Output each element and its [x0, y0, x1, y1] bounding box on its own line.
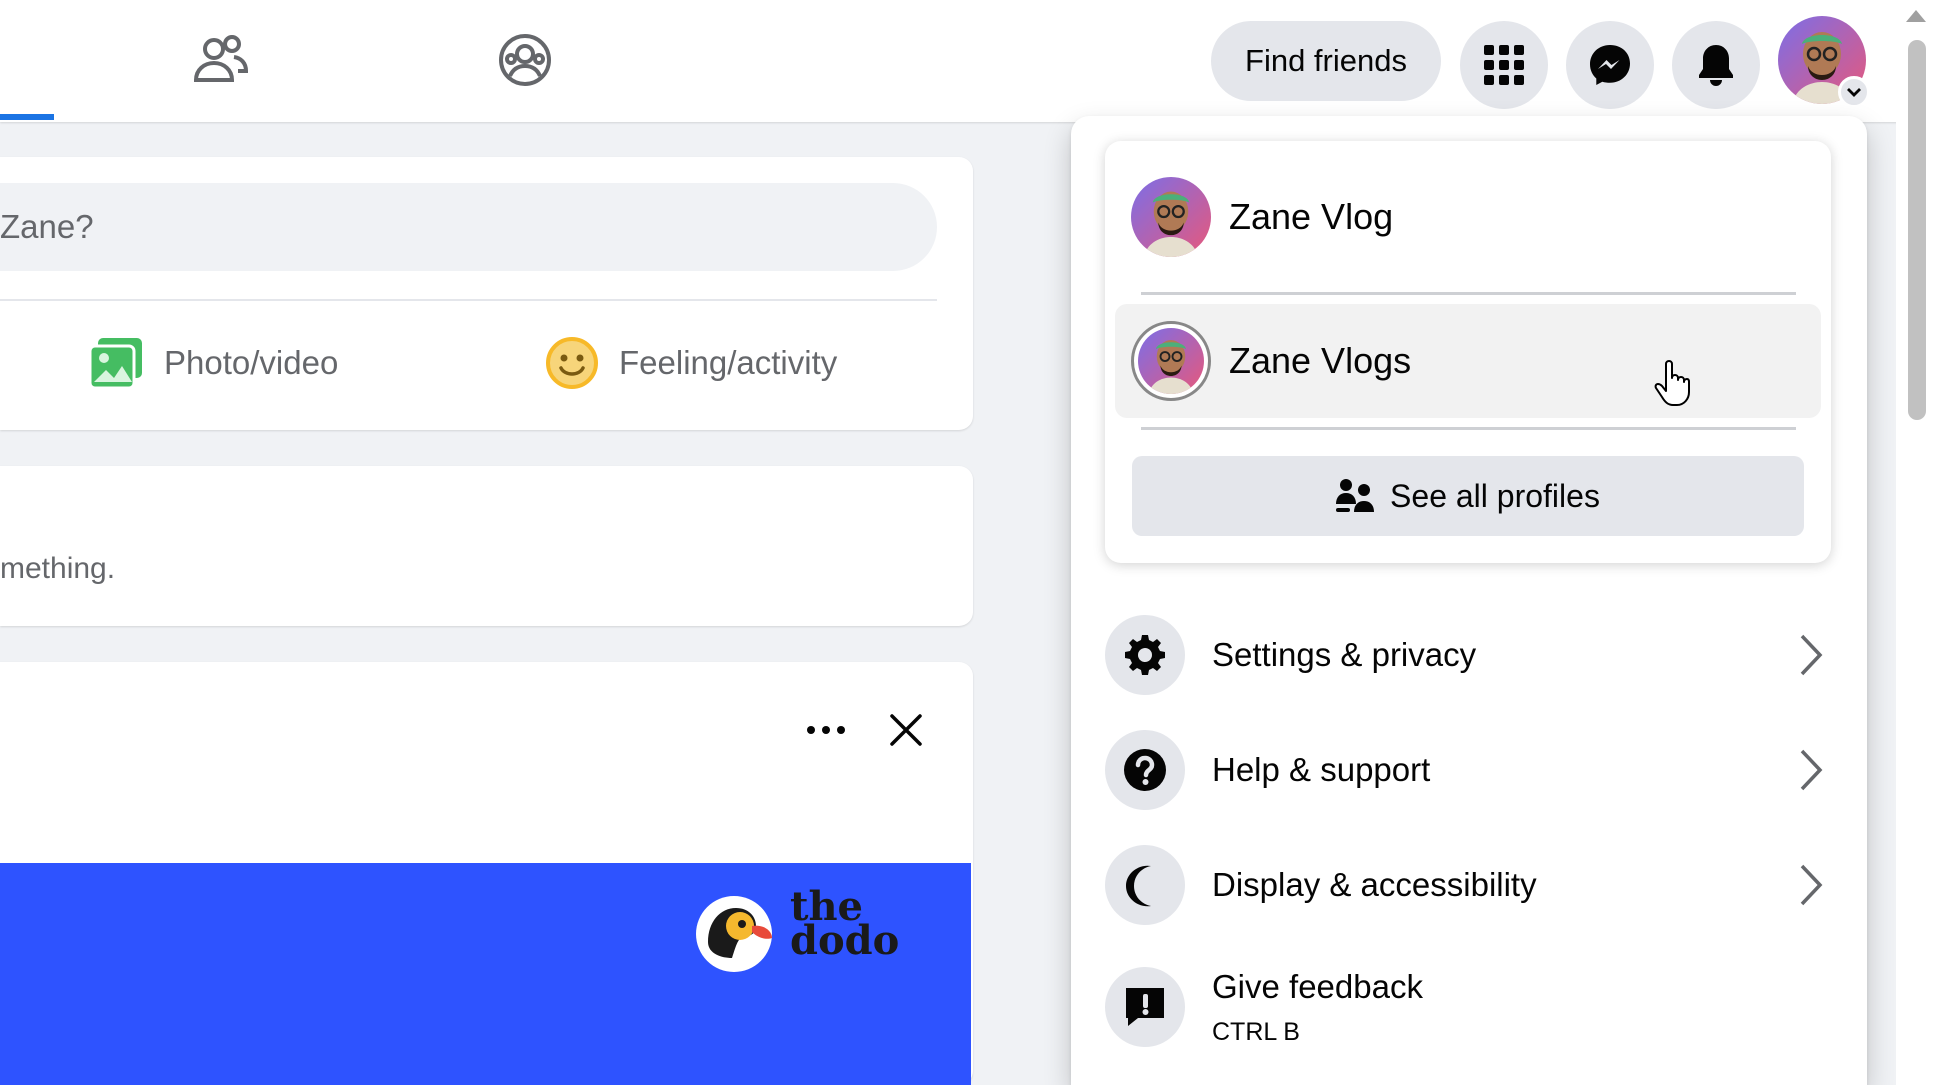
menu-grid-icon[interactable] [1460, 21, 1548, 109]
dodo-wordmark-line2: dodo [790, 917, 900, 964]
feeling-activity-label: Feeling/activity [619, 344, 838, 381]
groups-icon[interactable] [493, 28, 557, 92]
profile-divider [1141, 292, 1796, 295]
photo-video-label: Photo/video [164, 344, 339, 381]
menu-item-help-support[interactable]: Help & support [1105, 722, 1835, 818]
composer-divider [0, 299, 937, 301]
chevron-right-icon [1787, 859, 1835, 911]
profile-name: Zane Vlogs [1229, 340, 1412, 381]
more-options-icon[interactable] [798, 710, 854, 750]
menu-label: Settings & privacy [1212, 636, 1477, 673]
close-icon[interactable] [880, 704, 932, 756]
scrollbar-thumb[interactable] [1908, 40, 1926, 420]
profile-row-zane-vlog[interactable]: Zane Vlog [1115, 160, 1821, 274]
menu-item-give-feedback[interactable]: Give feedback CTRL B [1105, 952, 1835, 1062]
feeling-activity-button[interactable]: Feeling/activity [545, 330, 837, 396]
top-navigation-bar: Find friends [0, 0, 1936, 122]
profile-row-zane-vlogs[interactable]: Zane Vlogs [1115, 304, 1821, 418]
feeling-activity-icon [545, 336, 599, 390]
menu-label: Display & accessibility [1212, 866, 1537, 903]
photo-video-icon [90, 338, 144, 388]
menu-item-display-accessibility[interactable]: Display & accessibility [1105, 837, 1835, 933]
friends-icon[interactable] [188, 28, 252, 92]
feed-info-text: mething. [0, 552, 116, 585]
question-icon [1105, 730, 1185, 810]
keyboard-shortcut: CTRL B [1212, 1017, 1300, 1046]
chevron-down-icon[interactable] [1838, 76, 1870, 108]
moon-icon [1105, 845, 1185, 925]
find-friends-button[interactable]: Find friends [1211, 21, 1441, 101]
profile-avatar [1131, 177, 1211, 257]
hand-cursor-icon [1654, 360, 1690, 406]
see-all-profiles-label: See all profiles [1390, 477, 1600, 514]
composer-input[interactable]: Zane? [0, 183, 937, 271]
feed-info-card [0, 466, 973, 626]
see-all-profiles-button[interactable]: See all profiles [1132, 456, 1804, 536]
notifications-bell-icon[interactable] [1672, 21, 1760, 109]
profiles-icon [1336, 478, 1375, 514]
scroll-up-arrow-icon[interactable] [1906, 10, 1926, 22]
menu-item-settings-privacy[interactable]: Settings & privacy [1105, 607, 1835, 703]
messenger-icon[interactable] [1566, 21, 1654, 109]
menu-label: Help & support [1212, 751, 1431, 788]
chevron-right-icon [1787, 744, 1835, 796]
active-tab-indicator [0, 114, 54, 120]
the-dodo-wordmark: the dodo [790, 887, 900, 964]
page-profile-avatar [1131, 321, 1211, 401]
the-dodo-logo-icon [690, 886, 786, 982]
feedback-icon [1105, 967, 1185, 1047]
chevron-right-icon [1787, 629, 1835, 681]
gear-icon [1105, 615, 1185, 695]
composer-placeholder: Zane? [0, 208, 94, 245]
photo-video-button[interactable]: Photo/video [90, 330, 338, 396]
profile-divider [1141, 427, 1796, 430]
menu-label: Give feedback [1212, 967, 1423, 1005]
profile-name: Zane Vlog [1229, 196, 1394, 237]
